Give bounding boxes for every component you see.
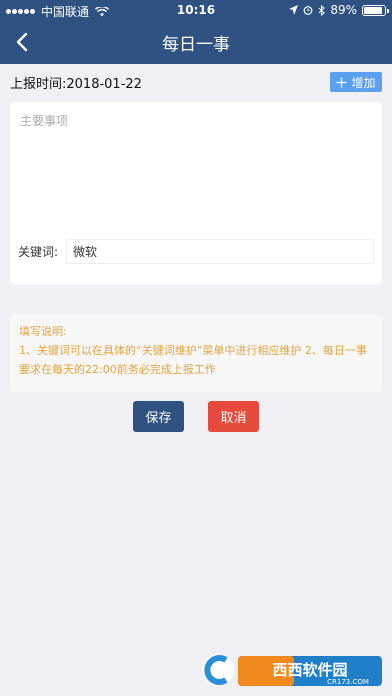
bluetooth-icon bbox=[318, 4, 326, 16]
add-button-label: 增加 bbox=[351, 75, 376, 90]
watermark-logo: 西西软件园CR173.COM bbox=[202, 654, 382, 686]
status-bar: 中国联通 10:16 89% bbox=[0, 0, 392, 20]
add-button[interactable]: 增加 bbox=[330, 72, 382, 92]
instructions-box: 填写说明: 1、关键词可以在具体的“关键词维护”菜单中进行相应维护 2、每日一事… bbox=[10, 314, 382, 392]
save-button[interactable]: 保存 bbox=[133, 401, 184, 432]
instructions-title: 填写说明: bbox=[19, 325, 67, 338]
keyword-label: 关键词: bbox=[18, 245, 59, 259]
alarm-icon bbox=[303, 6, 313, 15]
battery-fill bbox=[364, 6, 382, 14]
app-header: 中国联通 10:16 89% 每日一事 bbox=[0, 0, 392, 64]
instructions-body: 1、关键词可以在具体的“关键词维护”菜单中进行相应维护 2、每日一事要求在每天的… bbox=[19, 344, 367, 376]
page-title: 每日一事 bbox=[162, 35, 230, 55]
cancel-button[interactable]: 取消 bbox=[208, 401, 259, 432]
report-date-label: 上报时间:2018-01-22 bbox=[10, 77, 142, 92]
main-item-textarea[interactable] bbox=[20, 112, 372, 222]
battery-icon bbox=[362, 4, 389, 16]
status-right: 89% bbox=[289, 3, 389, 17]
keyword-input[interactable] bbox=[66, 239, 374, 264]
watermark-subtext: CR173.COM bbox=[327, 678, 369, 686]
watermark-text: 西西软件园 bbox=[272, 661, 347, 679]
location-icon bbox=[289, 5, 299, 15]
plus-icon bbox=[336, 77, 347, 87]
battery-percent: 89% bbox=[330, 3, 357, 17]
